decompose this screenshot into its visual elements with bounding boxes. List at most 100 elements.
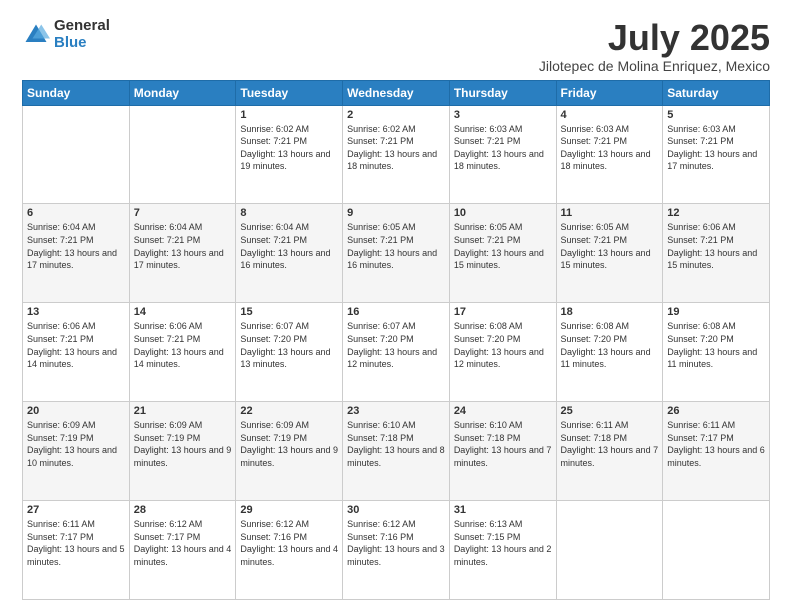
calendar-cell: 7 Sunrise: 6:04 AM Sunset: 7:21 PM Daylig… (129, 204, 236, 303)
day-number: 27 (27, 504, 125, 516)
calendar-cell: 27 Sunrise: 6:11 AM Sunset: 7:17 PM Dayli… (23, 501, 130, 600)
day-number: 8 (240, 207, 338, 219)
day-number: 2 (347, 109, 445, 121)
day-info: Sunrise: 6:12 AM Sunset: 7:17 PM Dayligh… (134, 518, 232, 568)
calendar-cell: 5 Sunrise: 6:03 AM Sunset: 7:21 PM Daylig… (663, 105, 770, 204)
calendar-cell: 2 Sunrise: 6:02 AM Sunset: 7:21 PM Daylig… (343, 105, 450, 204)
calendar-week-row: 20 Sunrise: 6:09 AM Sunset: 7:19 PM Dayli… (23, 402, 770, 501)
logo-icon (22, 21, 50, 49)
day-number: 15 (240, 306, 338, 318)
calendar-week-row: 6 Sunrise: 6:04 AM Sunset: 7:21 PM Daylig… (23, 204, 770, 303)
logo-text: General Blue (54, 18, 110, 51)
day-info: Sunrise: 6:05 AM Sunset: 7:21 PM Dayligh… (454, 221, 552, 271)
calendar-cell: 13Sunrise: 6:06 AM Sunset: 7:21 PM Dayli… (23, 303, 130, 402)
calendar-cell: 16 Sunrise: 6:07 AM Sunset: 7:20 PM Dayli… (343, 303, 450, 402)
day-info: Sunrise: 6:05 AM Sunset: 7:21 PM Dayligh… (347, 221, 445, 271)
logo-blue-label: Blue (54, 35, 110, 52)
day-number: 1 (240, 109, 338, 121)
day-number: 28 (134, 504, 232, 516)
day-info: Sunrise: 6:09 AM Sunset: 7:19 PM Dayligh… (240, 419, 338, 469)
logo-general-label: General (54, 18, 110, 35)
title-block: July 2025 Jilotepec de Molina Enriquez, … (539, 18, 770, 74)
day-number: 6 (27, 207, 125, 219)
calendar-cell: 18 Sunrise: 6:08 AM Sunset: 7:20 PM Dayli… (556, 303, 663, 402)
calendar-table: SundayMondayTuesdayWednesdayThursdayFrid… (22, 80, 770, 600)
calendar-header-row: SundayMondayTuesdayWednesdayThursdayFrid… (23, 80, 770, 105)
calendar-cell: 28 Sunrise: 6:12 AM Sunset: 7:17 PM Dayli… (129, 501, 236, 600)
calendar-cell: 10 Sunrise: 6:05 AM Sunset: 7:21 PM Dayli… (449, 204, 556, 303)
day-info: Sunrise: 6:04 AM Sunset: 7:21 PM Dayligh… (134, 221, 232, 271)
calendar-cell: 15Sunrise: 6:07 AM Sunset: 7:20 PM Dayli… (236, 303, 343, 402)
calendar-cell: 29 Sunrise: 6:12 AM Sunset: 7:16 PM Dayli… (236, 501, 343, 600)
day-info: Sunrise: 6:06 AM Sunset: 7:21 PM Dayligh… (667, 221, 765, 271)
day-info: Sunrise: 6:02 AM Sunset: 7:21 PM Dayligh… (347, 123, 445, 173)
title-location: Jilotepec de Molina Enriquez, Mexico (539, 58, 770, 74)
day-number: 9 (347, 207, 445, 219)
calendar-cell: 23Sunrise: 6:10 AM Sunset: 7:18 PM Dayli… (343, 402, 450, 501)
day-number: 31 (454, 504, 552, 516)
calendar-cell: 21Sunrise: 6:09 AM Sunset: 7:19 PM Dayli… (129, 402, 236, 501)
day-info: Sunrise: 6:10 AM Sunset: 7:18 PM Dayligh… (454, 419, 552, 469)
day-number: 22 (240, 405, 338, 417)
calendar-cell (23, 105, 130, 204)
calendar-cell: 11 Sunrise: 6:05 AM Sunset: 7:21 PM Dayli… (556, 204, 663, 303)
day-info: Sunrise: 6:07 AM Sunset: 7:20 PM Dayligh… (347, 320, 445, 370)
calendar-cell: 6 Sunrise: 6:04 AM Sunset: 7:21 PM Daylig… (23, 204, 130, 303)
day-number: 30 (347, 504, 445, 516)
day-info: Sunrise: 6:11 AM Sunset: 7:17 PM Dayligh… (27, 518, 125, 568)
weekday-header-tuesday: Tuesday (236, 80, 343, 105)
calendar-cell: 19Sunrise: 6:08 AM Sunset: 7:20 PM Dayli… (663, 303, 770, 402)
day-number: 18 (561, 306, 659, 318)
day-info: Sunrise: 6:06 AM Sunset: 7:21 PM Dayligh… (134, 320, 232, 370)
day-number: 12 (667, 207, 765, 219)
day-number: 3 (454, 109, 552, 121)
day-info: Sunrise: 6:04 AM Sunset: 7:21 PM Dayligh… (27, 221, 125, 271)
calendar-cell: 22 Sunrise: 6:09 AM Sunset: 7:19 PM Dayli… (236, 402, 343, 501)
day-info: Sunrise: 6:03 AM Sunset: 7:21 PM Dayligh… (667, 123, 765, 173)
day-info: Sunrise: 6:08 AM Sunset: 7:20 PM Dayligh… (561, 320, 659, 370)
calendar-cell: 24Sunrise: 6:10 AM Sunset: 7:18 PM Dayli… (449, 402, 556, 501)
calendar-cell (556, 501, 663, 600)
title-month: July 2025 (539, 18, 770, 58)
calendar-cell: 26Sunrise: 6:11 AM Sunset: 7:17 PM Dayli… (663, 402, 770, 501)
day-info: Sunrise: 6:12 AM Sunset: 7:16 PM Dayligh… (240, 518, 338, 568)
calendar-cell: 4Sunrise: 6:03 AM Sunset: 7:21 PM Daylig… (556, 105, 663, 204)
day-number: 25 (561, 405, 659, 417)
weekday-header-saturday: Saturday (663, 80, 770, 105)
day-number: 5 (667, 109, 765, 121)
calendar-cell (129, 105, 236, 204)
weekday-header-friday: Friday (556, 80, 663, 105)
page: General Blue July 2025 Jilotepec de Moli… (0, 0, 792, 612)
header: General Blue July 2025 Jilotepec de Moli… (22, 18, 770, 74)
calendar-cell: 25 Sunrise: 6:11 AM Sunset: 7:18 PM Dayli… (556, 402, 663, 501)
weekday-header-thursday: Thursday (449, 80, 556, 105)
day-info: Sunrise: 6:02 AM Sunset: 7:21 PM Dayligh… (240, 123, 338, 173)
calendar-cell: 30Sunrise: 6:12 AM Sunset: 7:16 PM Dayli… (343, 501, 450, 600)
day-number: 16 (347, 306, 445, 318)
weekday-header-monday: Monday (129, 80, 236, 105)
calendar-cell: 3Sunrise: 6:03 AM Sunset: 7:21 PM Daylig… (449, 105, 556, 204)
day-number: 7 (134, 207, 232, 219)
calendar-week-row: 13Sunrise: 6:06 AM Sunset: 7:21 PM Dayli… (23, 303, 770, 402)
calendar-cell: 31 Sunrise: 6:13 AM Sunset: 7:15 PM Dayli… (449, 501, 556, 600)
day-info: Sunrise: 6:13 AM Sunset: 7:15 PM Dayligh… (454, 518, 552, 568)
calendar-week-row: 27 Sunrise: 6:11 AM Sunset: 7:17 PM Dayli… (23, 501, 770, 600)
day-number: 19 (667, 306, 765, 318)
day-info: Sunrise: 6:09 AM Sunset: 7:19 PM Dayligh… (134, 419, 232, 469)
day-info: Sunrise: 6:08 AM Sunset: 7:20 PM Dayligh… (454, 320, 552, 370)
day-info: Sunrise: 6:05 AM Sunset: 7:21 PM Dayligh… (561, 221, 659, 271)
day-number: 11 (561, 207, 659, 219)
calendar-cell: 8 Sunrise: 6:04 AM Sunset: 7:21 PM Daylig… (236, 204, 343, 303)
day-number: 20 (27, 405, 125, 417)
day-info: Sunrise: 6:04 AM Sunset: 7:21 PM Dayligh… (240, 221, 338, 271)
day-info: Sunrise: 6:11 AM Sunset: 7:17 PM Dayligh… (667, 419, 765, 469)
day-number: 10 (454, 207, 552, 219)
calendar-cell: 14Sunrise: 6:06 AM Sunset: 7:21 PM Dayli… (129, 303, 236, 402)
day-info: Sunrise: 6:09 AM Sunset: 7:19 PM Dayligh… (27, 419, 125, 469)
weekday-header-sunday: Sunday (23, 80, 130, 105)
day-info: Sunrise: 6:11 AM Sunset: 7:18 PM Dayligh… (561, 419, 659, 469)
calendar-week-row: 1 Sunrise: 6:02 AM Sunset: 7:21 PM Daylig… (23, 105, 770, 204)
calendar-cell: 1 Sunrise: 6:02 AM Sunset: 7:21 PM Daylig… (236, 105, 343, 204)
day-info: Sunrise: 6:06 AM Sunset: 7:21 PM Dayligh… (27, 320, 125, 370)
day-number: 29 (240, 504, 338, 516)
